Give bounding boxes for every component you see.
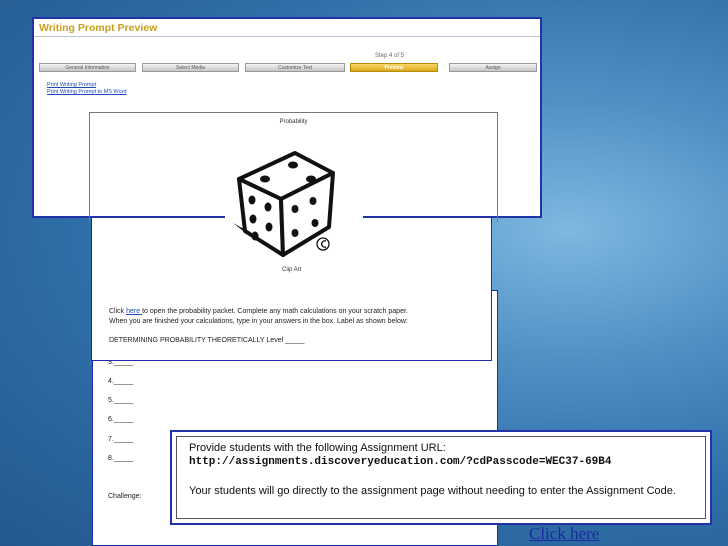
instructions-line1: to open the probability packet. Complete… (142, 308, 408, 315)
step-customize-text[interactable]: Customize Text (245, 63, 345, 72)
here-link[interactable]: here (126, 308, 142, 315)
instructions-line2: When you are finished your calculations,… (109, 318, 408, 325)
print-to-ms-word-link[interactable]: Print Writing Prompt to MS Word (47, 89, 127, 95)
assignment-note: Your students will go directly to the as… (189, 485, 676, 497)
title-divider (34, 36, 540, 37)
answer-line-7: 7._____ (108, 436, 134, 443)
document-title: Probability (279, 119, 308, 125)
clip-art-caption: Clip Art (282, 267, 302, 273)
step-select-media[interactable]: Select Media (142, 63, 239, 72)
assignment-url-box: Provide students with the following Assi… (170, 430, 712, 525)
dice-icon (233, 151, 335, 257)
assignment-url[interactable]: http://assignments.discoveryeducation.co… (189, 456, 611, 468)
instructions-paragraph: Click here to open the probability packe… (109, 307, 479, 327)
page-title: Writing Prompt Preview (39, 22, 158, 34)
step-general-information[interactable]: General Information (39, 63, 136, 72)
dice-clip-art (225, 145, 363, 265)
level-heading: DETERMINING PROBABILITY THEORETICALLY Le… (109, 337, 305, 344)
instructions-prefix: Click (109, 308, 127, 315)
answer-line-8: 8._____ (108, 455, 134, 462)
answer-line-4: 4._____ (108, 378, 134, 385)
answer-line-6: 6._____ (108, 416, 134, 423)
answer-line-5: 5._____ (108, 397, 134, 404)
step-assign[interactable]: Assign (449, 63, 537, 72)
step-preview[interactable]: Preview (350, 63, 438, 72)
step-indicator: Step 4 of 5 (375, 53, 405, 59)
challenge-label: Challenge: (108, 493, 142, 500)
assignment-url-inner: Provide students with the following Assi… (176, 436, 706, 519)
print-writing-prompt-link[interactable]: Print Writing Prompt (47, 82, 96, 88)
click-here-link[interactable]: Click here (529, 524, 599, 544)
assignment-instruction: Provide students with the following Assi… (189, 442, 446, 454)
